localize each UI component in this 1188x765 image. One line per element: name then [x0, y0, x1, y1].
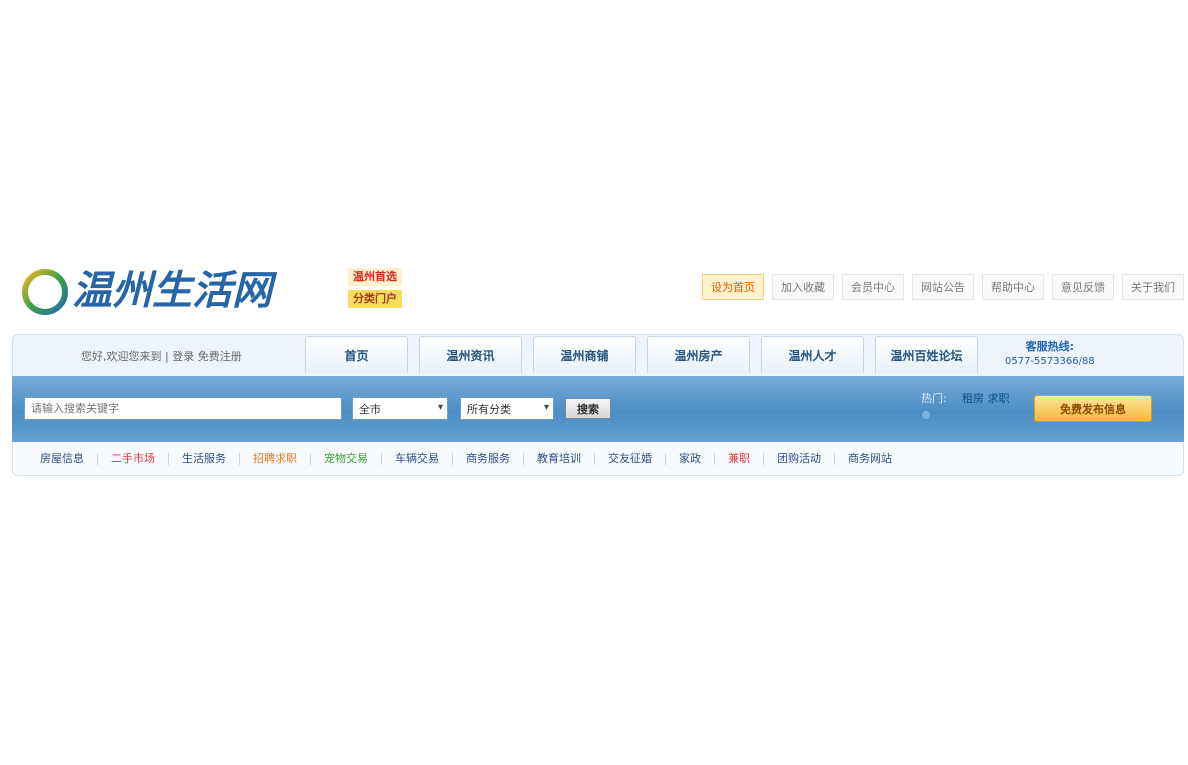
category-link[interactable]: 宠物交易 [311, 452, 382, 465]
logo-text: 温州生活网 [72, 267, 278, 314]
category-select-value: 所有分类 [467, 403, 511, 416]
nav-tab[interactable]: 温州商铺 [533, 336, 636, 373]
category-link[interactable]: 商务网站 [835, 452, 905, 465]
logo-badges: 温州首选 分类门户 [348, 268, 402, 308]
top-links: 设为首页 加入收藏 会员中心 网站公告 帮助中心 意见反馈 关于我们 [702, 274, 1184, 300]
nav-tab[interactable]: 首页 [305, 336, 408, 373]
category-link[interactable]: 兼职 [715, 452, 764, 465]
hot-link[interactable]: 租房 求职 [962, 390, 1010, 406]
top-link[interactable]: 意见反馈 [1052, 274, 1114, 300]
nav-tab[interactable]: 温州资讯 [419, 336, 522, 373]
top-link[interactable]: 会员中心 [842, 274, 904, 300]
category-link[interactable]: 生活服务 [169, 452, 240, 465]
category-select[interactable]: 所有分类 ▾ [460, 397, 554, 420]
category-link[interactable]: 招聘求职 [240, 452, 311, 465]
chevron-down-icon: ▾ [437, 402, 443, 413]
area-select[interactable]: 全市 ▾ [352, 397, 448, 420]
top-link[interactable]: 加入收藏 [772, 274, 834, 300]
post-listing-button[interactable]: 免费发布信息 [1034, 395, 1152, 422]
top-link[interactable]: 网站公告 [912, 274, 974, 300]
category-link[interactable]: 车辆交易 [382, 452, 453, 465]
top-link[interactable]: 帮助中心 [982, 274, 1044, 300]
category-strip: 房屋信息 二手市场 生活服务 招聘求职 宠物交易 车辆交易 商务服务 教育培训 交友征婚 家政 兼职… [12, 442, 1184, 476]
category-link[interactable]: 二手市场 [98, 452, 169, 465]
bullet-icon [922, 411, 930, 419]
category-link[interactable]: 团购活动 [764, 452, 835, 465]
hotline-title: 客服热线: [1025, 340, 1075, 353]
chevron-down-icon: ▾ [543, 402, 549, 413]
logo-graphic: 温州生活网 [22, 267, 278, 315]
area-select-value: 全市 [359, 403, 381, 416]
search-bar: 全市 ▾ 所有分类 ▾ 搜索 热门: 租房 求职 免费发布信息 [12, 376, 1184, 442]
nav-tab[interactable]: 温州百姓论坛 [875, 336, 978, 373]
badge-secondary: 分类门户 [348, 290, 402, 308]
badge-primary: 温州首选 [348, 268, 402, 286]
main-nav: 您好,欢迎您来到 | 登录 免费注册 首页 温州资讯 温州商铺 温州房产 温州人才 温州百… [12, 334, 1184, 376]
top-link[interactable]: 设为首页 [702, 274, 764, 300]
top-link[interactable]: 关于我们 [1122, 274, 1184, 300]
hotline-number: 0577-5573366/88 [1005, 356, 1095, 367]
search-button[interactable]: 搜索 [565, 398, 611, 419]
category-link[interactable]: 房屋信息 [27, 452, 98, 465]
nav-tab[interactable]: 温州房产 [647, 336, 750, 373]
welcome-text[interactable]: 您好,欢迎您来到 | 登录 免费注册 [81, 348, 242, 364]
nav-tabs: 首页 温州资讯 温州商铺 温州房产 温州人才 温州百姓论坛 [305, 336, 978, 373]
site-logo[interactable]: 温州生活网 [20, 260, 325, 318]
hot-label: 热门: [921, 392, 947, 405]
category-link[interactable]: 交友征婚 [595, 452, 666, 465]
nav-tab[interactable]: 温州人才 [761, 336, 864, 373]
category-link[interactable]: 家政 [666, 452, 715, 465]
category-link[interactable]: 教育培训 [524, 452, 595, 465]
search-input[interactable] [24, 397, 342, 420]
category-link[interactable]: 商务服务 [453, 452, 524, 465]
site-header: 温州生活网 温州首选 分类门户 设为首页 加入收藏 会员中心 网站公告 帮助中心 意见反馈… [12, 252, 1184, 482]
hotline: 客服热线: 0577-5573366/88 [1005, 339, 1095, 369]
